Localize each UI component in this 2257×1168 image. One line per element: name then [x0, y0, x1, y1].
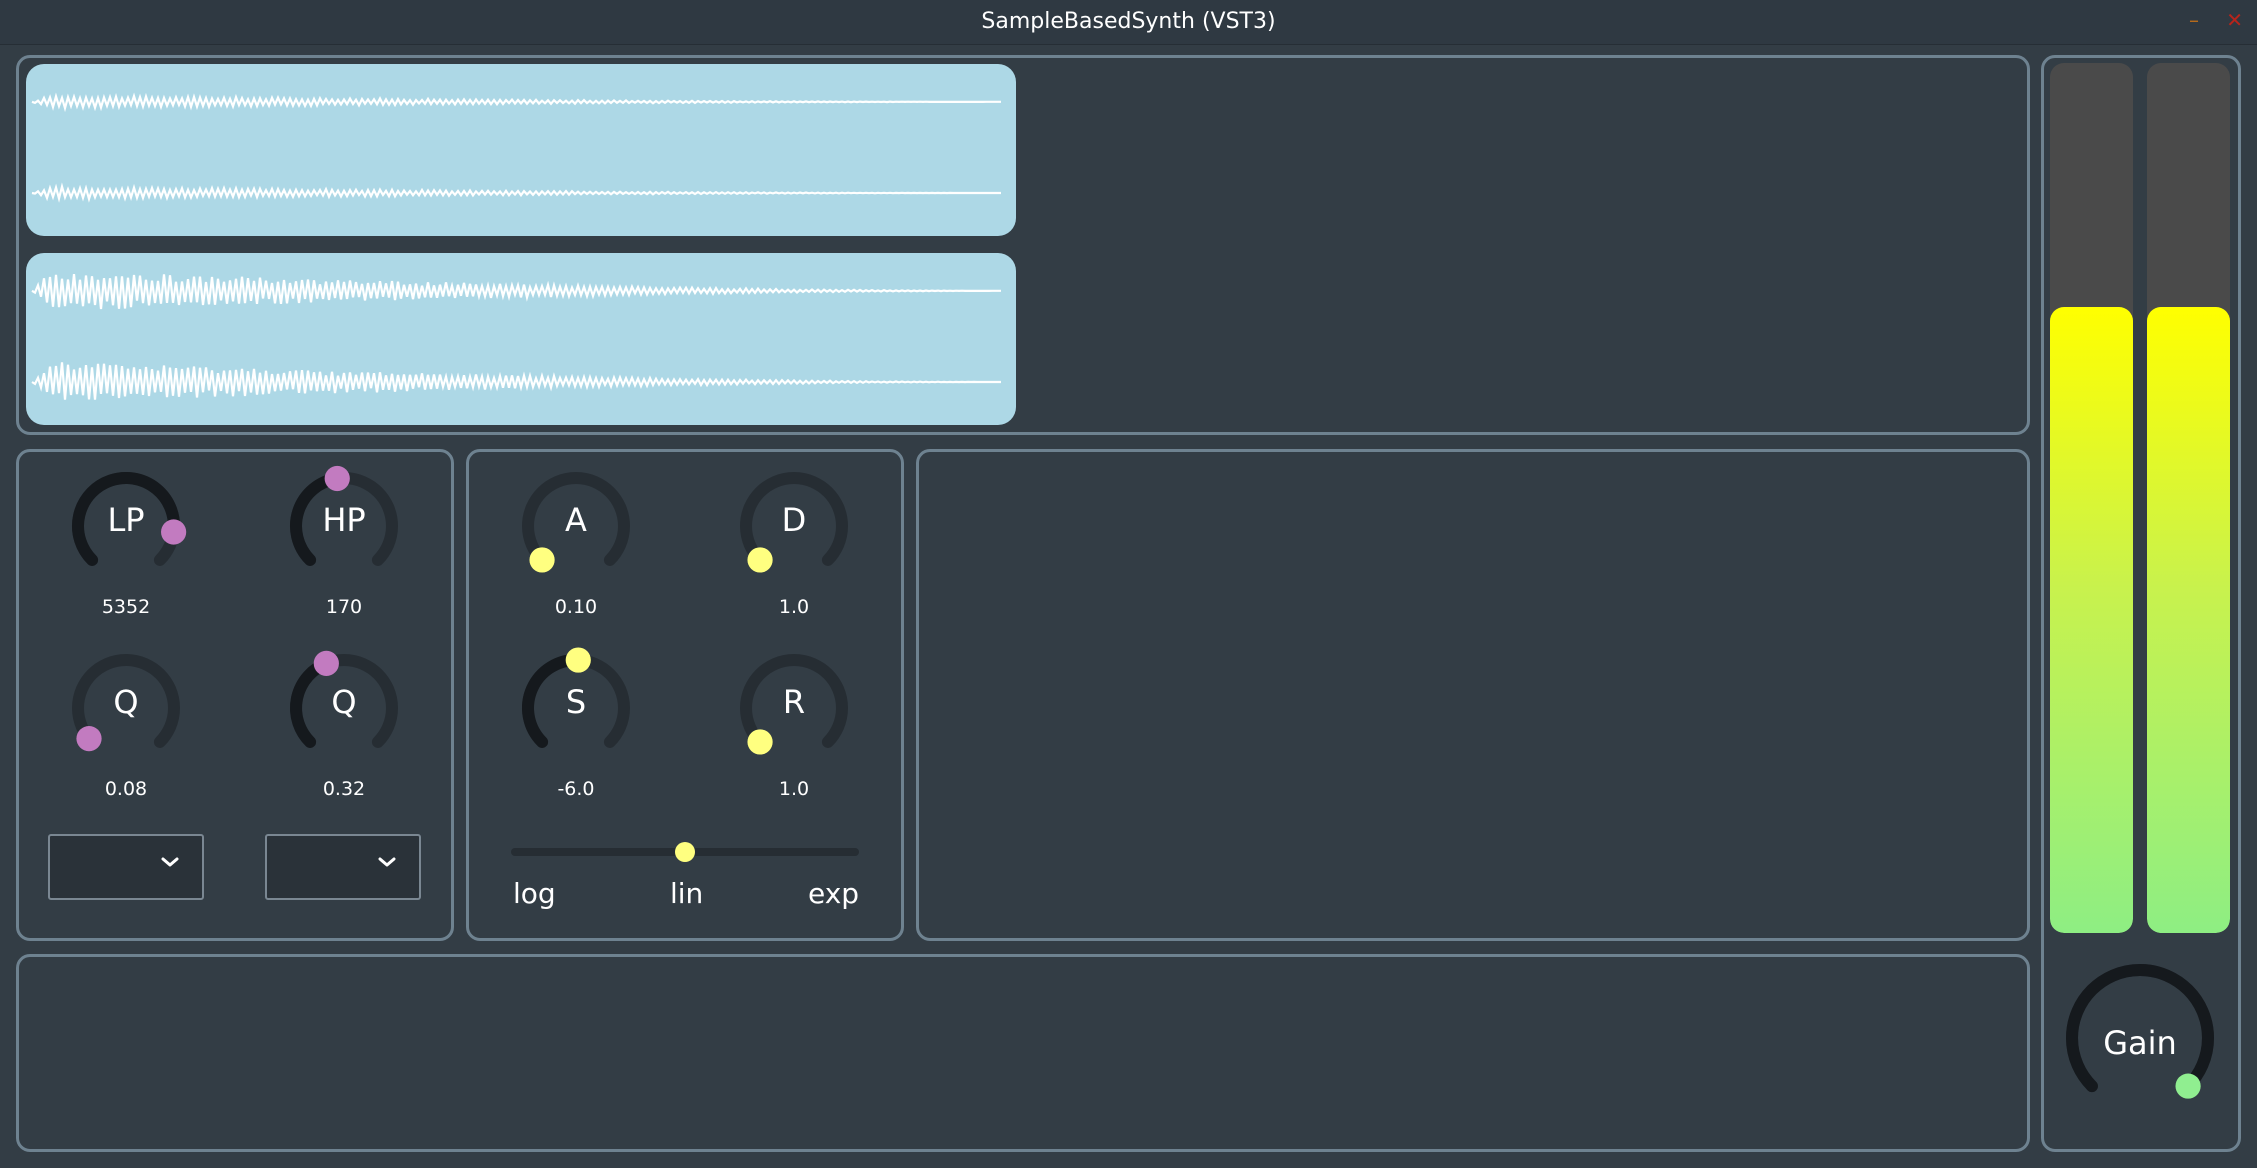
minimize-icon[interactable]: –: [2189, 8, 2199, 32]
highpass-value: 170: [325, 596, 363, 618]
release-knob[interactable]: R: [729, 643, 859, 773]
highpass-q-value: 0.32: [322, 778, 366, 800]
attack-knob[interactable]: A: [511, 461, 641, 591]
level-meter-right: [2147, 63, 2230, 933]
sustain-value: -6.0: [557, 778, 595, 800]
knob-thumb: [747, 729, 773, 755]
knob-label: LP: [107, 501, 145, 539]
gain-knob[interactable]: Gain: [2060, 958, 2220, 1118]
knob-thumb: [565, 647, 591, 673]
waveform-graphic: [31, 273, 1001, 400]
knob-thumb: [747, 547, 773, 573]
knob-label: S: [565, 683, 587, 721]
chevron-down-icon: [375, 850, 399, 878]
sustain-knob[interactable]: S: [511, 643, 641, 773]
curve-label-lin: lin: [670, 877, 704, 910]
waveform-channel: [31, 182, 1001, 203]
level-meter-fill: [2147, 306, 2230, 933]
close-icon[interactable]: ✕: [2226, 8, 2243, 32]
knob-thumb: [313, 650, 339, 676]
title-bar: SampleBasedSynth (VST3) – ✕: [0, 0, 2257, 45]
waveform-display-1[interactable]: [26, 64, 1016, 236]
decay-value: 1.0: [778, 596, 810, 618]
highpass-q-knob[interactable]: Q: [279, 643, 409, 773]
waveform-channel: [31, 92, 1001, 113]
lowpass-type-dropdown[interactable]: [48, 834, 204, 900]
waveform-channel: [31, 273, 1001, 310]
knob-label: Q: [331, 683, 357, 721]
waveform-graphic: [31, 92, 1001, 203]
curve-label-log: log: [513, 877, 556, 910]
knob-label: Q: [113, 683, 139, 721]
waveform-display-2[interactable]: [26, 253, 1016, 425]
chevron-down-icon: [158, 850, 182, 878]
curve-label-exp: exp: [808, 877, 860, 910]
knob-label: D: [781, 501, 807, 539]
lowpass-q-knob[interactable]: Q: [61, 643, 191, 773]
knob-label: R: [782, 683, 806, 721]
keyboard-panel: [16, 954, 2030, 1152]
decay-knob[interactable]: D: [729, 461, 859, 591]
highpass-knob[interactable]: HP: [279, 461, 409, 591]
lowpass-q-value: 0.08: [104, 778, 148, 800]
knob-label: HP: [322, 501, 366, 539]
lowpass-knob[interactable]: LP: [61, 461, 191, 591]
envelope-curve-slider-thumb[interactable]: [675, 842, 695, 862]
attack-value: 0.10: [554, 596, 598, 618]
knob-thumb: [529, 547, 555, 573]
window-title: SampleBasedSynth (VST3): [981, 9, 1276, 34]
knob-thumb: [324, 465, 350, 492]
knob-thumb: [76, 725, 102, 752]
level-meter-left: [2050, 63, 2133, 933]
release-value: 1.0: [778, 778, 810, 800]
highpass-type-dropdown[interactable]: [265, 834, 421, 900]
knob-thumb: [2175, 1073, 2201, 1099]
knob-label: Gain: [2103, 1024, 2177, 1062]
knob-label: A: [565, 501, 587, 539]
lowpass-value: 5352: [101, 596, 151, 618]
level-meter-fill: [2050, 306, 2133, 933]
effects-panel: [916, 449, 2030, 941]
waveform-channel: [31, 362, 1001, 400]
